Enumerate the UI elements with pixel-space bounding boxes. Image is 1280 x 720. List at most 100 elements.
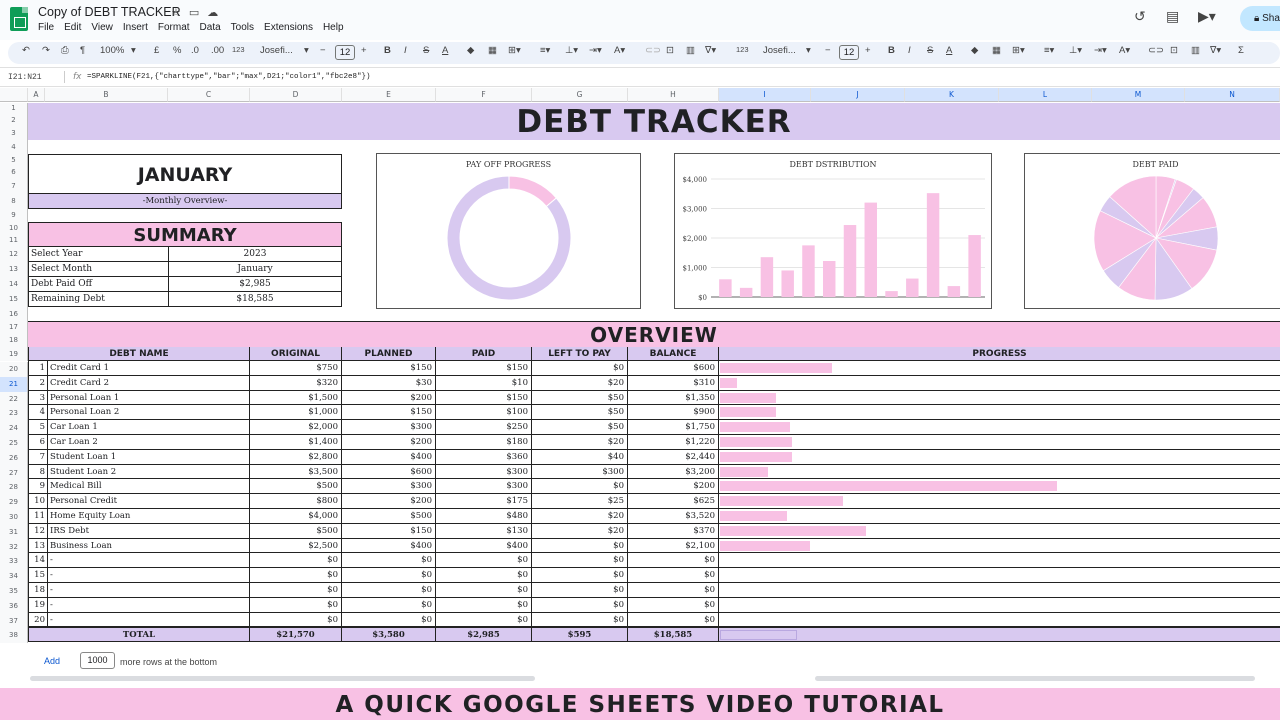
link-icon-2[interactable]: ⊂⊃ <box>1148 45 1164 56</box>
bar-4[interactable] <box>781 270 794 297</box>
planned-cell[interactable]: $0 <box>342 612 436 628</box>
left-cell[interactable]: $300 <box>532 464 628 480</box>
original-cell[interactable]: $0 <box>250 583 342 598</box>
debt-name-cell[interactable]: Student Loan 1 <box>48 449 250 465</box>
bold-button[interactable]: B <box>384 45 391 56</box>
row-header[interactable]: 4 <box>0 140 28 154</box>
original-cell[interactable]: $2,800 <box>250 449 342 465</box>
share-button[interactable]: 🔒︎ Sha <box>1240 6 1280 31</box>
left-cell[interactable]: $0 <box>532 553 628 569</box>
bold-button-2[interactable]: B <box>888 45 895 56</box>
progress-cell[interactable] <box>719 420 1280 435</box>
progress-cell[interactable] <box>719 539 1280 554</box>
planned-cell[interactable]: $200 <box>342 494 436 509</box>
row-header[interactable]: 11 <box>0 234 28 247</box>
debt-name-cell[interactable]: Credit Card 1 <box>48 361 250 376</box>
balance-cell[interactable]: $900 <box>628 405 719 421</box>
planned-cell[interactable]: $400 <box>342 538 436 554</box>
progress-cell[interactable] <box>719 568 1280 583</box>
row-header[interactable]: 19 <box>0 347 28 361</box>
row-header[interactable]: 9 <box>0 209 28 222</box>
name-box[interactable]: I21:N21 <box>8 73 42 82</box>
row-header[interactable]: 10 <box>0 222 28 234</box>
row-header[interactable]: 20 <box>0 362 28 377</box>
font-size-increase-button[interactable]: + <box>361 45 367 56</box>
debt-name-cell[interactable]: - <box>48 583 250 598</box>
menu-help[interactable]: Help <box>323 22 344 33</box>
text-color-button-2[interactable]: A <box>946 45 952 56</box>
col-header-g[interactable]: G <box>532 88 628 102</box>
planned-cell[interactable]: $0 <box>342 583 436 598</box>
progress-cell[interactable] <box>719 376 1280 391</box>
bar-12[interactable] <box>947 286 961 297</box>
progress-cell[interactable] <box>719 509 1280 524</box>
balance-cell[interactable]: $0 <box>628 612 719 628</box>
row-header[interactable]: 32 <box>0 539 28 555</box>
menu-file[interactable]: File <box>38 22 54 33</box>
left-cell[interactable]: $0 <box>532 612 628 628</box>
summary-value[interactable]: 2023 <box>169 247 341 262</box>
debt-name-cell[interactable]: Medical Bill <box>48 479 250 495</box>
debt-name-cell[interactable]: - <box>48 597 250 613</box>
comment-icon[interactable]: ⊡ <box>666 45 674 56</box>
row-header[interactable]: 15 <box>0 292 28 307</box>
col-header-k[interactable]: K <box>905 88 999 102</box>
menu-tools[interactable]: Tools <box>231 22 254 33</box>
paid-cell[interactable]: $0 <box>436 612 532 628</box>
balance-cell[interactable]: $2,100 <box>628 538 719 554</box>
row-header[interactable]: 33 <box>0 554 28 570</box>
col-header-a[interactable]: A <box>28 88 45 102</box>
fill-color-icon[interactable]: ◆ <box>467 45 474 56</box>
progress-cell[interactable] <box>719 450 1280 465</box>
row-header[interactable]: 22 <box>0 391 28 407</box>
progress-cell[interactable] <box>719 524 1280 539</box>
paid-cell[interactable]: $0 <box>436 553 532 569</box>
borders-icon[interactable]: ▦ <box>488 45 497 56</box>
font-select-2[interactable]: Josefi... <box>763 45 796 56</box>
planned-cell[interactable]: $0 <box>342 597 436 613</box>
text-wrap-icon[interactable]: ⇥▾ <box>589 45 602 56</box>
menu-view[interactable]: View <box>91 22 113 33</box>
balance-cell[interactable]: $0 <box>628 597 719 613</box>
debt-name-cell[interactable]: Business Loan <box>48 538 250 554</box>
row-header[interactable]: 27 <box>0 465 28 481</box>
text-wrap-icon-2[interactable]: ⇥▾ <box>1094 45 1107 56</box>
font-size-input[interactable]: 12 <box>335 45 355 60</box>
document-title[interactable]: Copy of DEBT TRACKER <box>38 5 181 19</box>
balance-cell[interactable]: $200 <box>628 479 719 495</box>
paid-cell[interactable]: $250 <box>436 420 532 435</box>
merge-cells-icon[interactable]: ⊞▾ <box>508 45 521 56</box>
col-header-b[interactable]: B <box>45 88 168 102</box>
original-cell[interactable]: $0 <box>250 597 342 613</box>
col-header-m[interactable]: M <box>1092 88 1185 102</box>
debt-name-cell[interactable]: Credit Card 2 <box>48 375 250 391</box>
original-cell[interactable]: $1,000 <box>250 405 342 421</box>
balance-cell[interactable]: $0 <box>628 568 719 583</box>
row-header[interactable]: 18 <box>0 334 28 347</box>
progress-cell[interactable] <box>719 435 1280 450</box>
planned-cell[interactable]: $500 <box>342 509 436 524</box>
payoff-progress-chart[interactable]: PAY OFF PROGRESS <box>376 153 641 309</box>
vertical-align-icon[interactable]: ⊥▾ <box>565 45 578 56</box>
col-header-j[interactable]: J <box>811 88 905 102</box>
left-cell[interactable]: $25 <box>532 494 628 509</box>
fill-color-icon-2[interactable]: ◆ <box>971 45 978 56</box>
row-header[interactable]: 29 <box>0 495 28 510</box>
comment-icon-2[interactable]: ⊡ <box>1170 45 1178 56</box>
original-cell[interactable]: $0 <box>250 568 342 583</box>
star-icon[interactable]: ☆ <box>171 6 189 19</box>
bar-2[interactable] <box>739 287 753 297</box>
progress-cell[interactable] <box>719 465 1280 480</box>
balance-cell[interactable]: $600 <box>628 361 719 376</box>
print-icon[interactable]: ⎙ <box>61 45 69 56</box>
row-header[interactable]: 3 <box>0 127 28 140</box>
bar-7[interactable] <box>843 225 857 297</box>
row-header[interactable]: 30 <box>0 510 28 525</box>
percent-button[interactable]: % <box>173 45 181 56</box>
debt-distribution-chart[interactable]: DEBT DSTRIBUTION $0 $1,000 $2,000 $3,000 $4,… <box>674 153 992 309</box>
paid-cell[interactable]: $360 <box>436 449 532 465</box>
progress-cell[interactable] <box>719 494 1280 509</box>
balance-cell[interactable]: $3,520 <box>628 509 719 524</box>
debt-name-cell[interactable]: Personal Loan 2 <box>48 405 250 421</box>
vertical-align-icon-2[interactable]: ⊥▾ <box>1069 45 1082 56</box>
